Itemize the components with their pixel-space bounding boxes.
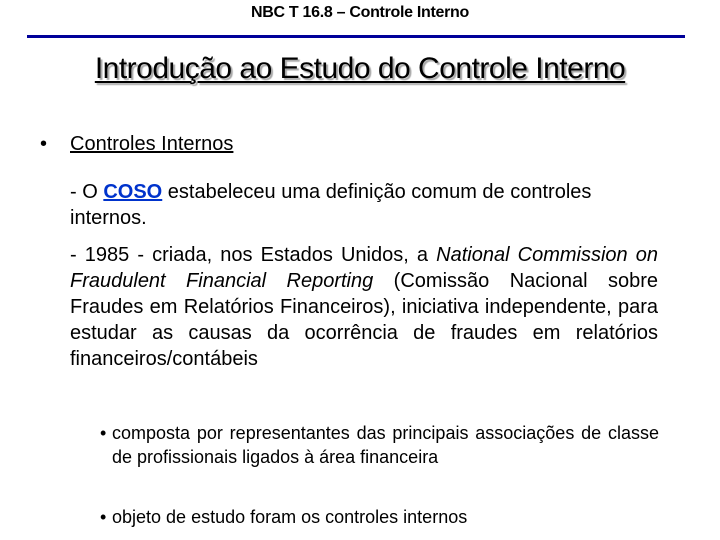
coso-link[interactable]: COSO	[103, 181, 162, 203]
slide-title: Introdução ao Estudo do Controle Interno	[94, 52, 626, 85]
sub-bullet-item: • objeto de estudo foram os controles in…	[100, 505, 659, 529]
coso-paragraph: - O COSO estabeleceu uma definição comum…	[70, 179, 658, 231]
sub-bullet-text: objeto de estudo foram os controles inte…	[112, 507, 468, 527]
bullet-marker: •	[40, 133, 48, 155]
slide-header: NBC T 16.8 – Controle Interno	[251, 4, 469, 21]
sub-bullet-item: • composta por representantes das princi…	[100, 421, 659, 469]
bullet-label: Controles Internos	[70, 133, 234, 155]
coso-prefix: - O	[70, 181, 104, 203]
history-paragraph: - 1985 - criada, nos Estados Unidos, a N…	[70, 242, 658, 372]
header-divider	[27, 35, 685, 38]
sub-bullet-marker: •	[100, 507, 107, 527]
sub-bullet-text: composta por representantes das principa…	[112, 423, 659, 467]
history-text-before: - 1985 - criada, nos Estados Unidos, a	[70, 244, 437, 266]
sub-bullet-marker: •	[100, 423, 107, 443]
